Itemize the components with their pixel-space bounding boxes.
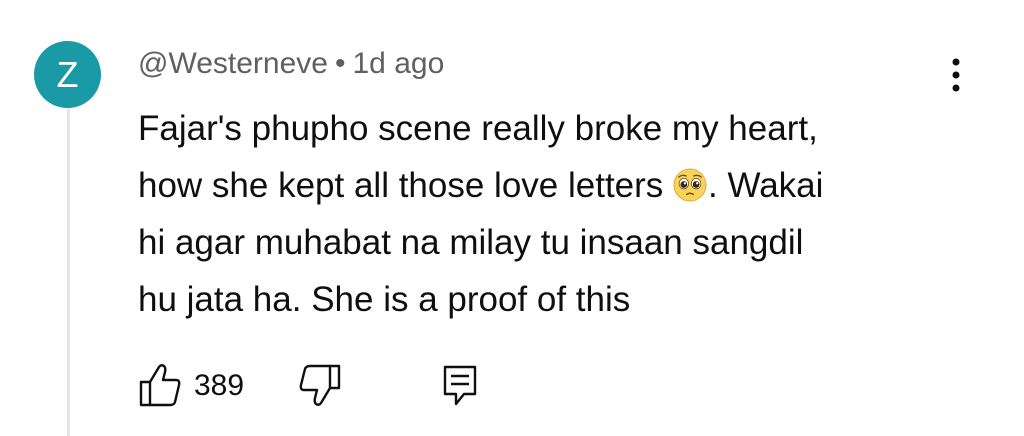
timestamp: 1d ago — [352, 47, 445, 80]
more-vertical-icon[interactable] — [944, 56, 968, 96]
comment-line: Fajar's phupho scene really broke my hea… — [138, 109, 818, 148]
thumbs-down-icon[interactable] — [298, 362, 342, 408]
comment-line: hi agar muhabat na milay tu insaan sangd… — [138, 223, 804, 262]
author-name[interactable]: @Westerneve — [138, 47, 328, 80]
comment-line: hu jata ha. She is a proof of this — [138, 280, 631, 319]
comment-text: Fajar's phupho scene really broke my hea… — [138, 100, 938, 328]
separator-dot: • — [334, 47, 346, 80]
thread-line — [67, 108, 70, 436]
comment-header: @Westerneve • 1d ago — [138, 44, 444, 84]
reply-comment-icon[interactable] — [440, 362, 480, 408]
thumbs-up-icon[interactable] — [138, 362, 182, 408]
avatar[interactable]: Z — [34, 41, 101, 108]
like-count: 389 — [194, 369, 245, 402]
comment-line: how she kept all those love letters . Wa… — [138, 166, 824, 205]
comment-card: Z @Westerneve • 1d ago Fajar's phupho scen… — [0, 0, 1024, 436]
pleading-face-emoji — [673, 168, 707, 202]
